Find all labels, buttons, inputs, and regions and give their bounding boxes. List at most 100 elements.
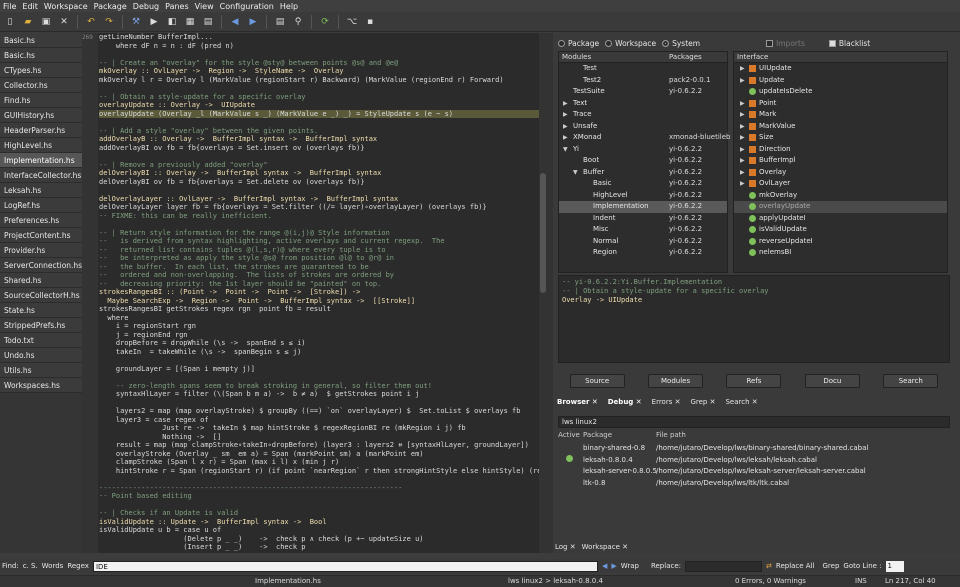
file-tab[interactable]: HeaderParser.hs bbox=[0, 123, 82, 138]
tab-close-icon[interactable]: ✕ bbox=[568, 543, 576, 551]
file-tab[interactable]: SourceCollectorH.hs bbox=[0, 288, 82, 303]
expander-open-icon[interactable]: ▼ bbox=[573, 167, 579, 179]
expander-closed-icon[interactable]: ▶ bbox=[740, 63, 746, 75]
modules-tree[interactable]: Modules Packages Test Test2 pack2-0.0.1 Test… bbox=[558, 51, 730, 273]
module-row[interactable]: Basic yi-0.6.2.2 bbox=[559, 178, 727, 190]
expander-closed-icon[interactable]: ▶ bbox=[740, 155, 746, 167]
file-tab[interactable]: Todo.txt bbox=[0, 333, 82, 348]
tab-grep[interactable]: Grep ✕ bbox=[688, 398, 717, 406]
module-row[interactable]: ▶ XMonad xmonad-bluetileb bbox=[559, 132, 730, 144]
table-row[interactable]: binary-shared-0.8/home/jutaro/Develop/lw… bbox=[555, 443, 955, 455]
tab-close-icon[interactable]: ✕ bbox=[589, 398, 598, 406]
file-tab[interactable]: Basic.hs bbox=[0, 48, 82, 63]
install-icon[interactable]: ▤ bbox=[201, 15, 215, 29]
file-tab[interactable]: Provider.hs bbox=[0, 243, 82, 258]
module-row[interactable]: Region yi-0.6.2.2 bbox=[559, 247, 727, 259]
file-tab[interactable]: Implementation.hs bbox=[0, 153, 82, 168]
find-input[interactable]: IDE bbox=[92, 560, 598, 572]
find-next-icon[interactable]: ▶ bbox=[611, 562, 616, 570]
module-row[interactable]: ▶ Unsafe bbox=[559, 121, 727, 133]
link-icon[interactable]: ⚲ bbox=[291, 15, 305, 29]
redo-icon[interactable]: ↷ bbox=[102, 15, 116, 29]
menu-configuration[interactable]: Configuration bbox=[217, 2, 277, 11]
file-tab[interactable]: Undo.hs bbox=[0, 348, 82, 363]
module-row[interactable]: TestSuite yi-0.6.2.2 bbox=[559, 86, 727, 98]
tab-log[interactable]: Log ✕ bbox=[555, 543, 576, 551]
clean-icon[interactable]: ◧ bbox=[165, 15, 179, 29]
run-icon[interactable]: ▶ bbox=[147, 15, 161, 29]
radio-workspace[interactable]: Workspace bbox=[605, 39, 656, 48]
interface-row[interactable]: ▶ Mark bbox=[734, 109, 947, 121]
checkbox-blacklist[interactable]: Blacklist bbox=[828, 39, 870, 48]
interface-row[interactable]: mkOverlay bbox=[734, 190, 947, 202]
interface-row[interactable]: ▶ Update bbox=[734, 75, 947, 87]
interface-row[interactable]: ▶ OvlLayer bbox=[734, 178, 947, 190]
file-tab[interactable]: Find.hs bbox=[0, 93, 82, 108]
regex-toggle[interactable]: Regex bbox=[67, 562, 89, 570]
build-icon[interactable]: ⚒ bbox=[129, 15, 143, 29]
tab-workspace[interactable]: Workspace ✕ bbox=[582, 543, 628, 551]
replace-all-button[interactable]: Replace All bbox=[776, 562, 815, 570]
menu-package[interactable]: Package bbox=[91, 2, 130, 11]
module-row[interactable]: Boot yi-0.6.2.2 bbox=[559, 155, 727, 167]
save-icon[interactable]: ▣ bbox=[39, 15, 53, 29]
docu-button[interactable]: Docu bbox=[804, 374, 860, 388]
module-row[interactable]: Test2 pack2-0.0.1 bbox=[559, 75, 727, 87]
goto-line-input[interactable]: 1 bbox=[885, 560, 904, 572]
expander-open-icon[interactable]: ▼ bbox=[563, 144, 569, 156]
tab-browser[interactable]: Browser ✕ bbox=[555, 398, 600, 406]
file-tab[interactable]: GUIHistory.hs bbox=[0, 108, 82, 123]
interface-row[interactable]: ▶ UIUpdate bbox=[734, 63, 947, 75]
interface-row[interactable]: isValidUpdate bbox=[734, 224, 947, 236]
modules-column-header[interactable]: Modules bbox=[562, 53, 591, 61]
expander-closed-icon[interactable]: ▶ bbox=[563, 98, 569, 110]
interface-list[interactable]: Interface ▶ UIUpdate ▶ Update updateIsDelete… bbox=[733, 51, 948, 273]
file-tab[interactable]: StrippedPrefs.hs bbox=[0, 318, 82, 333]
case-sensitive-toggle[interactable]: c. S. bbox=[23, 562, 38, 570]
radio-system[interactable]: System bbox=[662, 39, 700, 48]
tab-debug[interactable]: Debug ✕ bbox=[606, 398, 644, 406]
editor-scrollbar[interactable] bbox=[539, 33, 547, 553]
interface-row[interactable]: nelemsBI bbox=[734, 247, 947, 259]
file-tab[interactable]: Utils.hs bbox=[0, 363, 82, 378]
undo-icon[interactable]: ↶ bbox=[84, 15, 98, 29]
file-tab[interactable]: HighLevel.hs bbox=[0, 138, 82, 153]
radio-package[interactable]: Package bbox=[558, 39, 599, 48]
menu-panes[interactable]: Panes bbox=[162, 2, 192, 11]
scroll-thumb[interactable] bbox=[540, 173, 546, 293]
modules-button[interactable]: Modules bbox=[648, 374, 704, 388]
file-tab[interactable]: State.hs bbox=[0, 303, 82, 318]
expander-closed-icon[interactable]: ▶ bbox=[740, 167, 746, 179]
interface-row[interactable]: applyUpdateI bbox=[734, 213, 947, 225]
tab-search[interactable]: Search ✕ bbox=[723, 398, 759, 406]
module-row[interactable]: Indent yi-0.6.2.2 bbox=[559, 213, 727, 225]
configure-icon[interactable]: ▦ bbox=[183, 15, 197, 29]
table-row[interactable]: ltk-0.8/home/jutaro/Develop/lws/ltk/ltk.… bbox=[555, 478, 955, 490]
open-file-icon[interactable]: ▰ bbox=[21, 15, 35, 29]
back-icon[interactable]: ◀ bbox=[228, 15, 242, 29]
interface-row[interactable]: updateIsDelete bbox=[734, 86, 947, 98]
expander-closed-icon[interactable]: ▶ bbox=[740, 121, 746, 133]
interface-row[interactable]: overlayUpdate bbox=[734, 201, 947, 213]
expander-closed-icon[interactable]: ▶ bbox=[740, 132, 746, 144]
file-tab[interactable]: InterfaceCollector.hs bbox=[0, 168, 82, 183]
debug-icon[interactable]: ⌥ bbox=[345, 15, 359, 29]
forward-icon[interactable]: ▶ bbox=[246, 15, 260, 29]
interface-row[interactable]: ▶ MarkValue bbox=[734, 121, 947, 133]
expander-closed-icon[interactable]: ▶ bbox=[740, 178, 746, 190]
menu-help[interactable]: Help bbox=[277, 2, 301, 11]
expander-closed-icon[interactable]: ▶ bbox=[740, 144, 746, 156]
table-row[interactable]: leksah-server-0.8.0.5/home/jutaro/Develo… bbox=[555, 466, 955, 478]
replace-icon[interactable]: ⇄ bbox=[766, 562, 772, 570]
interface-row[interactable]: ▶ BufferImpl bbox=[734, 155, 947, 167]
reload-icon[interactable]: ⟳ bbox=[318, 15, 332, 29]
packages-column-header[interactable]: Packages bbox=[669, 52, 702, 63]
file-tab[interactable]: Shared.hs bbox=[0, 273, 82, 288]
tab-close-icon[interactable]: ✕ bbox=[707, 398, 716, 406]
wrap-toggle[interactable]: Wrap bbox=[621, 562, 639, 570]
document-icon[interactable]: ▤ bbox=[273, 15, 287, 29]
grep-button[interactable]: Grep bbox=[822, 562, 839, 570]
expander-closed-icon[interactable]: ▶ bbox=[563, 132, 569, 144]
expander-closed-icon[interactable]: ▶ bbox=[740, 98, 746, 110]
tab-close-icon[interactable]: ✕ bbox=[620, 543, 628, 551]
